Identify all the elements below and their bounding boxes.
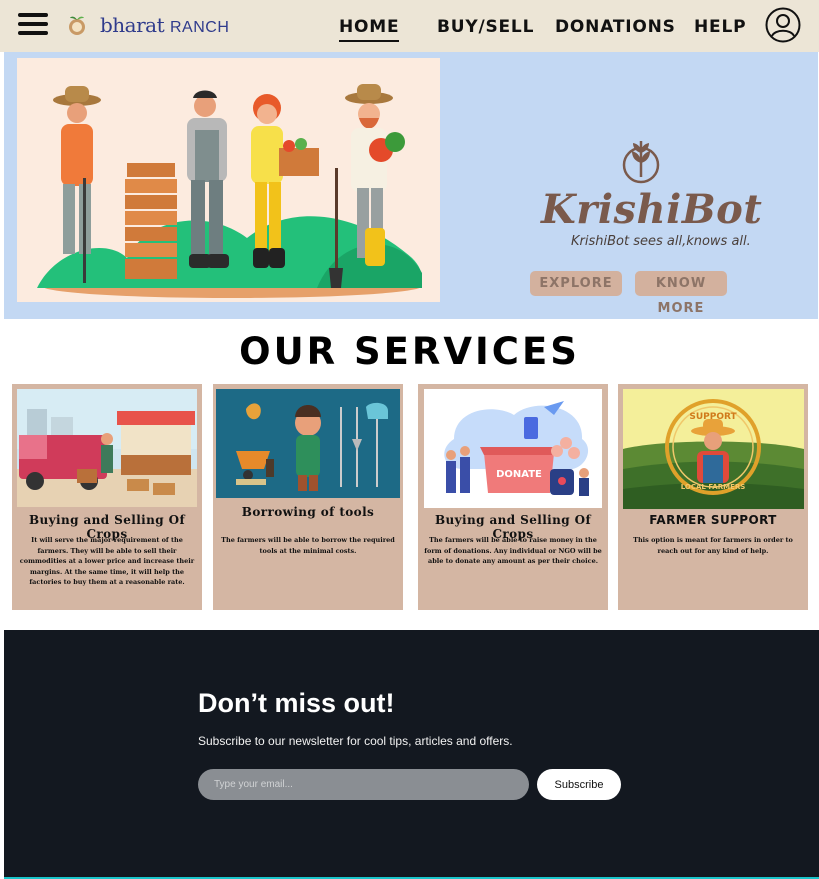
services-heading: OUR SERVICES <box>239 330 580 373</box>
service-card-buy-sell[interactable]: Buying and Selling Of Crops It will serv… <box>12 384 202 610</box>
service-card-description: This option is meant for farmers in orde… <box>633 536 793 555</box>
user-avatar-icon[interactable] <box>765 7 801 43</box>
hamburger-icon[interactable] <box>18 13 48 37</box>
subscribe-button[interactable]: Subscribe <box>537 769 621 800</box>
service-card-borrow-tools[interactable]: Borrowing of tools The farmers will be a… <box>213 384 403 610</box>
service-card-farmer-support[interactable]: SUPPORT LOCAL FARMERS FARMER SUPPORT Thi… <box>618 384 808 610</box>
service-card-donations[interactable]: DONATE Buying and Selling Of Crops The f… <box>418 384 608 610</box>
market-truck-illustration <box>17 389 197 507</box>
donation-illustration: DONATE <box>424 389 602 508</box>
tools-illustration <box>216 389 400 498</box>
wheat-leaf-icon <box>622 141 660 184</box>
service-card-title: Borrowing of tools <box>241 505 375 519</box>
top-nav: bharat RANCH HOME BUY/SELL DONATIONS HEL… <box>0 0 819 52</box>
nav-link-donations[interactable]: DONATIONS <box>555 17 676 37</box>
hero-brand-title: KrishiBot <box>541 186 763 233</box>
local-farmers-label: LOCAL FARMERS <box>681 483 746 491</box>
nav-link-buy-sell[interactable]: BUY/SELL <box>437 17 534 37</box>
logo-brand: bharat <box>100 13 165 37</box>
logo-wordmark[interactable]: bharat RANCH <box>100 13 229 37</box>
nav-link-help[interactable]: HELP <box>694 17 746 37</box>
support-farmers-illustration: SUPPORT LOCAL FARMERS <box>623 389 804 509</box>
know-more-button[interactable]: KNOW MORE <box>635 271 727 316</box>
email-input[interactable] <box>198 769 529 800</box>
logo-suffix: RANCH <box>170 19 230 36</box>
nav-link-home[interactable]: HOME <box>339 17 400 42</box>
newsletter-section: Don’t miss out! Subscribe to our newslet… <box>4 630 819 879</box>
newsletter-subtitle: Subscribe to our newsletter for cool tip… <box>198 734 513 748</box>
hero-section: KrishiBot KrishiBot sees all,knows all. … <box>4 52 818 319</box>
service-card-title: FARMER SUPPORT <box>649 513 777 527</box>
donate-label: DONATE <box>496 469 542 480</box>
service-card-description: The farmers will be able to borrow the r… <box>221 536 395 555</box>
explore-button[interactable]: EXPLORE <box>530 271 622 296</box>
service-card-description: The farmers will be able to raise money … <box>424 536 602 565</box>
logo-icon <box>69 16 85 35</box>
hero-tagline: KrishiBot sees all,knows all. <box>571 234 751 249</box>
newsletter-title: Don’t miss out! <box>198 688 395 718</box>
service-card-description: It will serve the major requirement of t… <box>19 536 195 586</box>
farmers-illustration <box>17 58 440 302</box>
